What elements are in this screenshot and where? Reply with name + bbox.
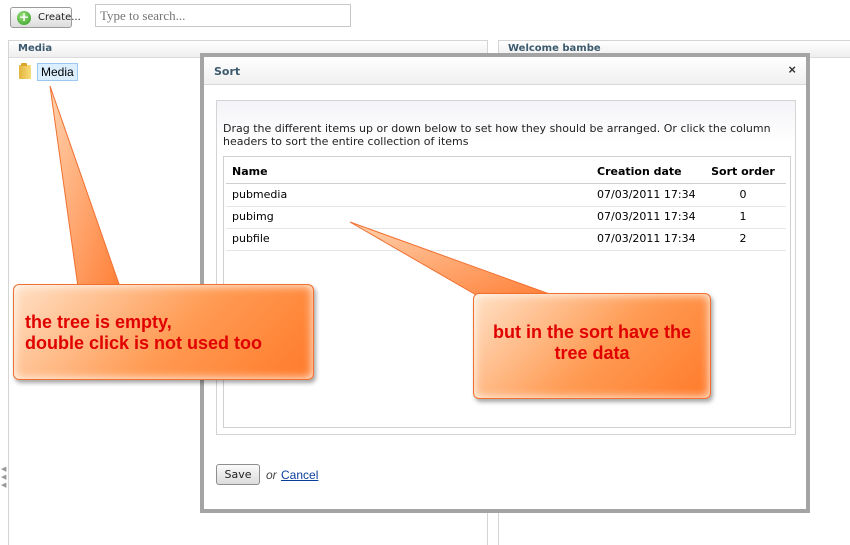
sort-dialog-title: Sort: [214, 65, 241, 78]
cancel-link[interactable]: Cancel: [281, 468, 318, 482]
sort-instructions: Drag the different items up or down belo…: [223, 122, 771, 148]
tree-node-label[interactable]: Media: [37, 63, 78, 81]
folder-icon: [19, 63, 31, 79]
callout-line: but in the sort have the: [492, 322, 692, 342]
top-toolbar: + Create...: [0, 0, 850, 36]
search-input[interactable]: [95, 4, 351, 27]
splitter-handle[interactable]: ◀ ◀ ◀: [1, 466, 7, 496]
sort-dialog: Sort × Drag the different items up or do…: [200, 53, 810, 513]
sort-row[interactable]: pubmedia 07/03/2011 17:34 0: [226, 184, 786, 207]
callout-line: double click is not used too: [25, 333, 263, 353]
save-button[interactable]: Save: [216, 464, 260, 485]
column-header-name[interactable]: Name: [232, 161, 268, 183]
create-button-label: Create...: [38, 12, 81, 23]
column-header-creation-date[interactable]: Creation date: [597, 161, 682, 183]
row-date: 07/03/2011 17:34: [597, 188, 696, 201]
row-name: pubmedia: [232, 188, 288, 201]
row-order: 2: [739, 232, 747, 245]
annotation-callout-right: but in the sort have the tree data: [473, 293, 711, 399]
row-name: pubfile: [232, 232, 270, 245]
row-order: 0: [739, 188, 747, 201]
row-date: 07/03/2011 17:34: [597, 210, 696, 223]
sort-row[interactable]: pubfile 07/03/2011 17:34 2: [226, 228, 786, 251]
row-name: pubimg: [232, 210, 274, 223]
annotation-callout-left: the tree is empty, double click is not u…: [13, 284, 314, 380]
column-header-sort-order[interactable]: Sort order: [698, 161, 788, 183]
create-button[interactable]: + Create...: [10, 7, 81, 28]
callout-line: the tree is empty,: [25, 312, 172, 332]
or-separator: or: [266, 468, 277, 482]
sort-list-header: Name Creation date Sort order: [226, 161, 786, 184]
row-date: 07/03/2011 17:34: [597, 232, 696, 245]
row-order: 1: [739, 210, 747, 223]
sort-dialog-header: Sort ×: [204, 57, 806, 85]
callout-line: tree data: [554, 343, 630, 363]
close-icon[interactable]: ×: [788, 62, 796, 77]
plus-circle-icon: +: [17, 10, 31, 25]
sort-row[interactable]: pubimg 07/03/2011 17:34 1: [226, 206, 786, 229]
